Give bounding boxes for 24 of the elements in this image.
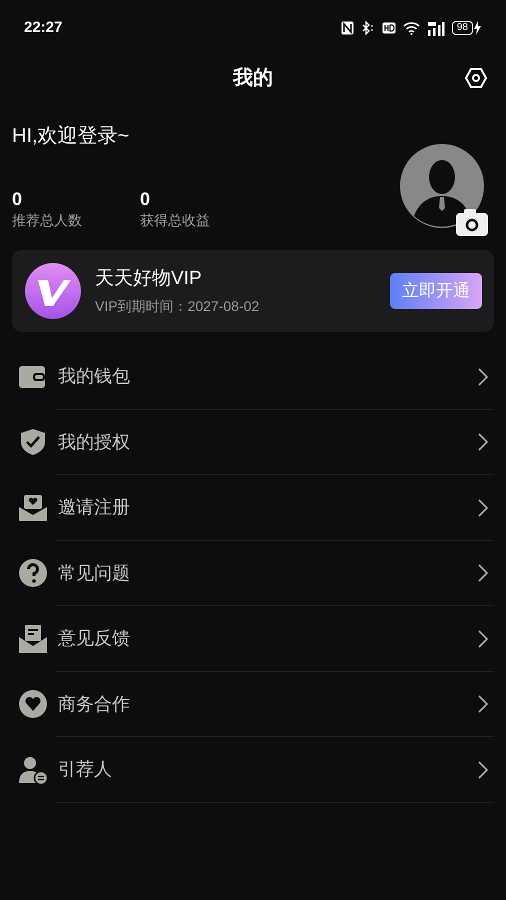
menu-label: 我的授权 [58, 430, 131, 454]
greeting: HI,欢迎登录~ [12, 124, 130, 149]
menu-label: 引荐人 [58, 758, 113, 782]
menu-item[interactable]: 引荐人 [0, 737, 506, 802]
menu-item[interactable]: 常见问题 [0, 540, 506, 606]
stat-value: 0 [140, 188, 152, 210]
menu-label: 常见问题 [58, 562, 131, 585]
menu-label: 商务合作 [58, 692, 131, 716]
vip-title: 天天好物VIP [95, 266, 203, 290]
page-title: 我的 [233, 66, 273, 91]
menu-item[interactable]: 商务合作 [0, 672, 506, 737]
stat-label: 推荐总人数 [12, 211, 83, 230]
vip-expiry: VIP到期时间：2027-08-02 [95, 296, 260, 316]
stat-label: 获得总收益 [140, 211, 211, 230]
menu-item[interactable]: 我的钱包 [0, 344, 506, 410]
menu-item[interactable]: 我的授权 [0, 410, 506, 475]
menu-label: 我的钱包 [58, 365, 131, 388]
menu-label: 意见反馈 [58, 627, 131, 650]
menu-label: 邀请注册 [58, 496, 131, 520]
status-time: 22:27 [24, 18, 62, 38]
menu-item[interactable]: 意见反馈 [0, 606, 506, 672]
stat-value: 0 [12, 188, 24, 210]
menu-item[interactable]: 邀请注册 [0, 475, 506, 540]
battery-level: 98 [452, 21, 473, 35]
